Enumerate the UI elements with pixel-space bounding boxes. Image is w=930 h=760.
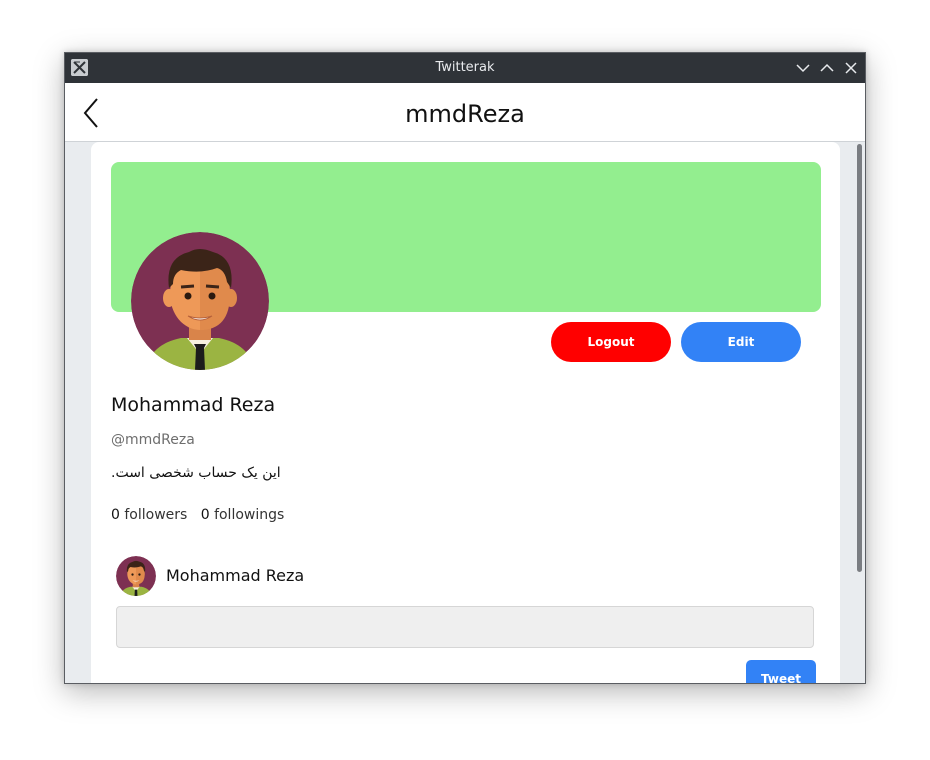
tweet-input[interactable] <box>116 606 814 648</box>
tweet-button[interactable]: Tweet <box>746 660 816 683</box>
followers-stat[interactable]: 0 followers <box>111 507 187 523</box>
app-window: Twitterak mmdReza Logout Edit Mohammad R… <box>64 52 866 684</box>
followings-stat[interactable]: 0 followings <box>201 507 285 523</box>
chevron-down-icon[interactable] <box>795 60 811 76</box>
followings-count: 0 <box>200 507 210 523</box>
composer-author-name: Mohammad Reza <box>166 566 305 585</box>
page-header: mmdReza <box>65 83 865 142</box>
profile-bio: این یک حساب شخصی است. <box>111 465 281 481</box>
follow-stats: 0 followers 0 followings <box>111 507 284 523</box>
profile-scroll-area[interactable]: Logout Edit Mohammad Reza @mmdReza این ی… <box>65 142 865 683</box>
followers-label: followers <box>124 507 188 523</box>
profile-card: Logout Edit Mohammad Reza @mmdReza این ی… <box>91 142 840 683</box>
followers-count: 0 <box>111 507 120 523</box>
profile-handle: @mmdReza <box>111 432 195 448</box>
chevron-up-icon[interactable] <box>819 60 835 76</box>
page-title: mmdReza <box>405 100 525 128</box>
scrollbar-thumb[interactable] <box>857 144 862 572</box>
vertical-scrollbar[interactable] <box>853 142 865 683</box>
man-avatar-icon <box>131 232 269 370</box>
followings-label: followings <box>214 507 285 523</box>
profile-name: Mohammad Reza <box>111 394 276 416</box>
logout-button[interactable]: Logout <box>551 322 671 362</box>
composer-avatar <box>116 556 156 596</box>
window-title: Twitterak <box>435 60 495 75</box>
edit-profile-button[interactable]: Edit <box>681 322 801 362</box>
close-icon[interactable] <box>843 60 859 76</box>
window-titlebar[interactable]: Twitterak <box>65 53 865 83</box>
